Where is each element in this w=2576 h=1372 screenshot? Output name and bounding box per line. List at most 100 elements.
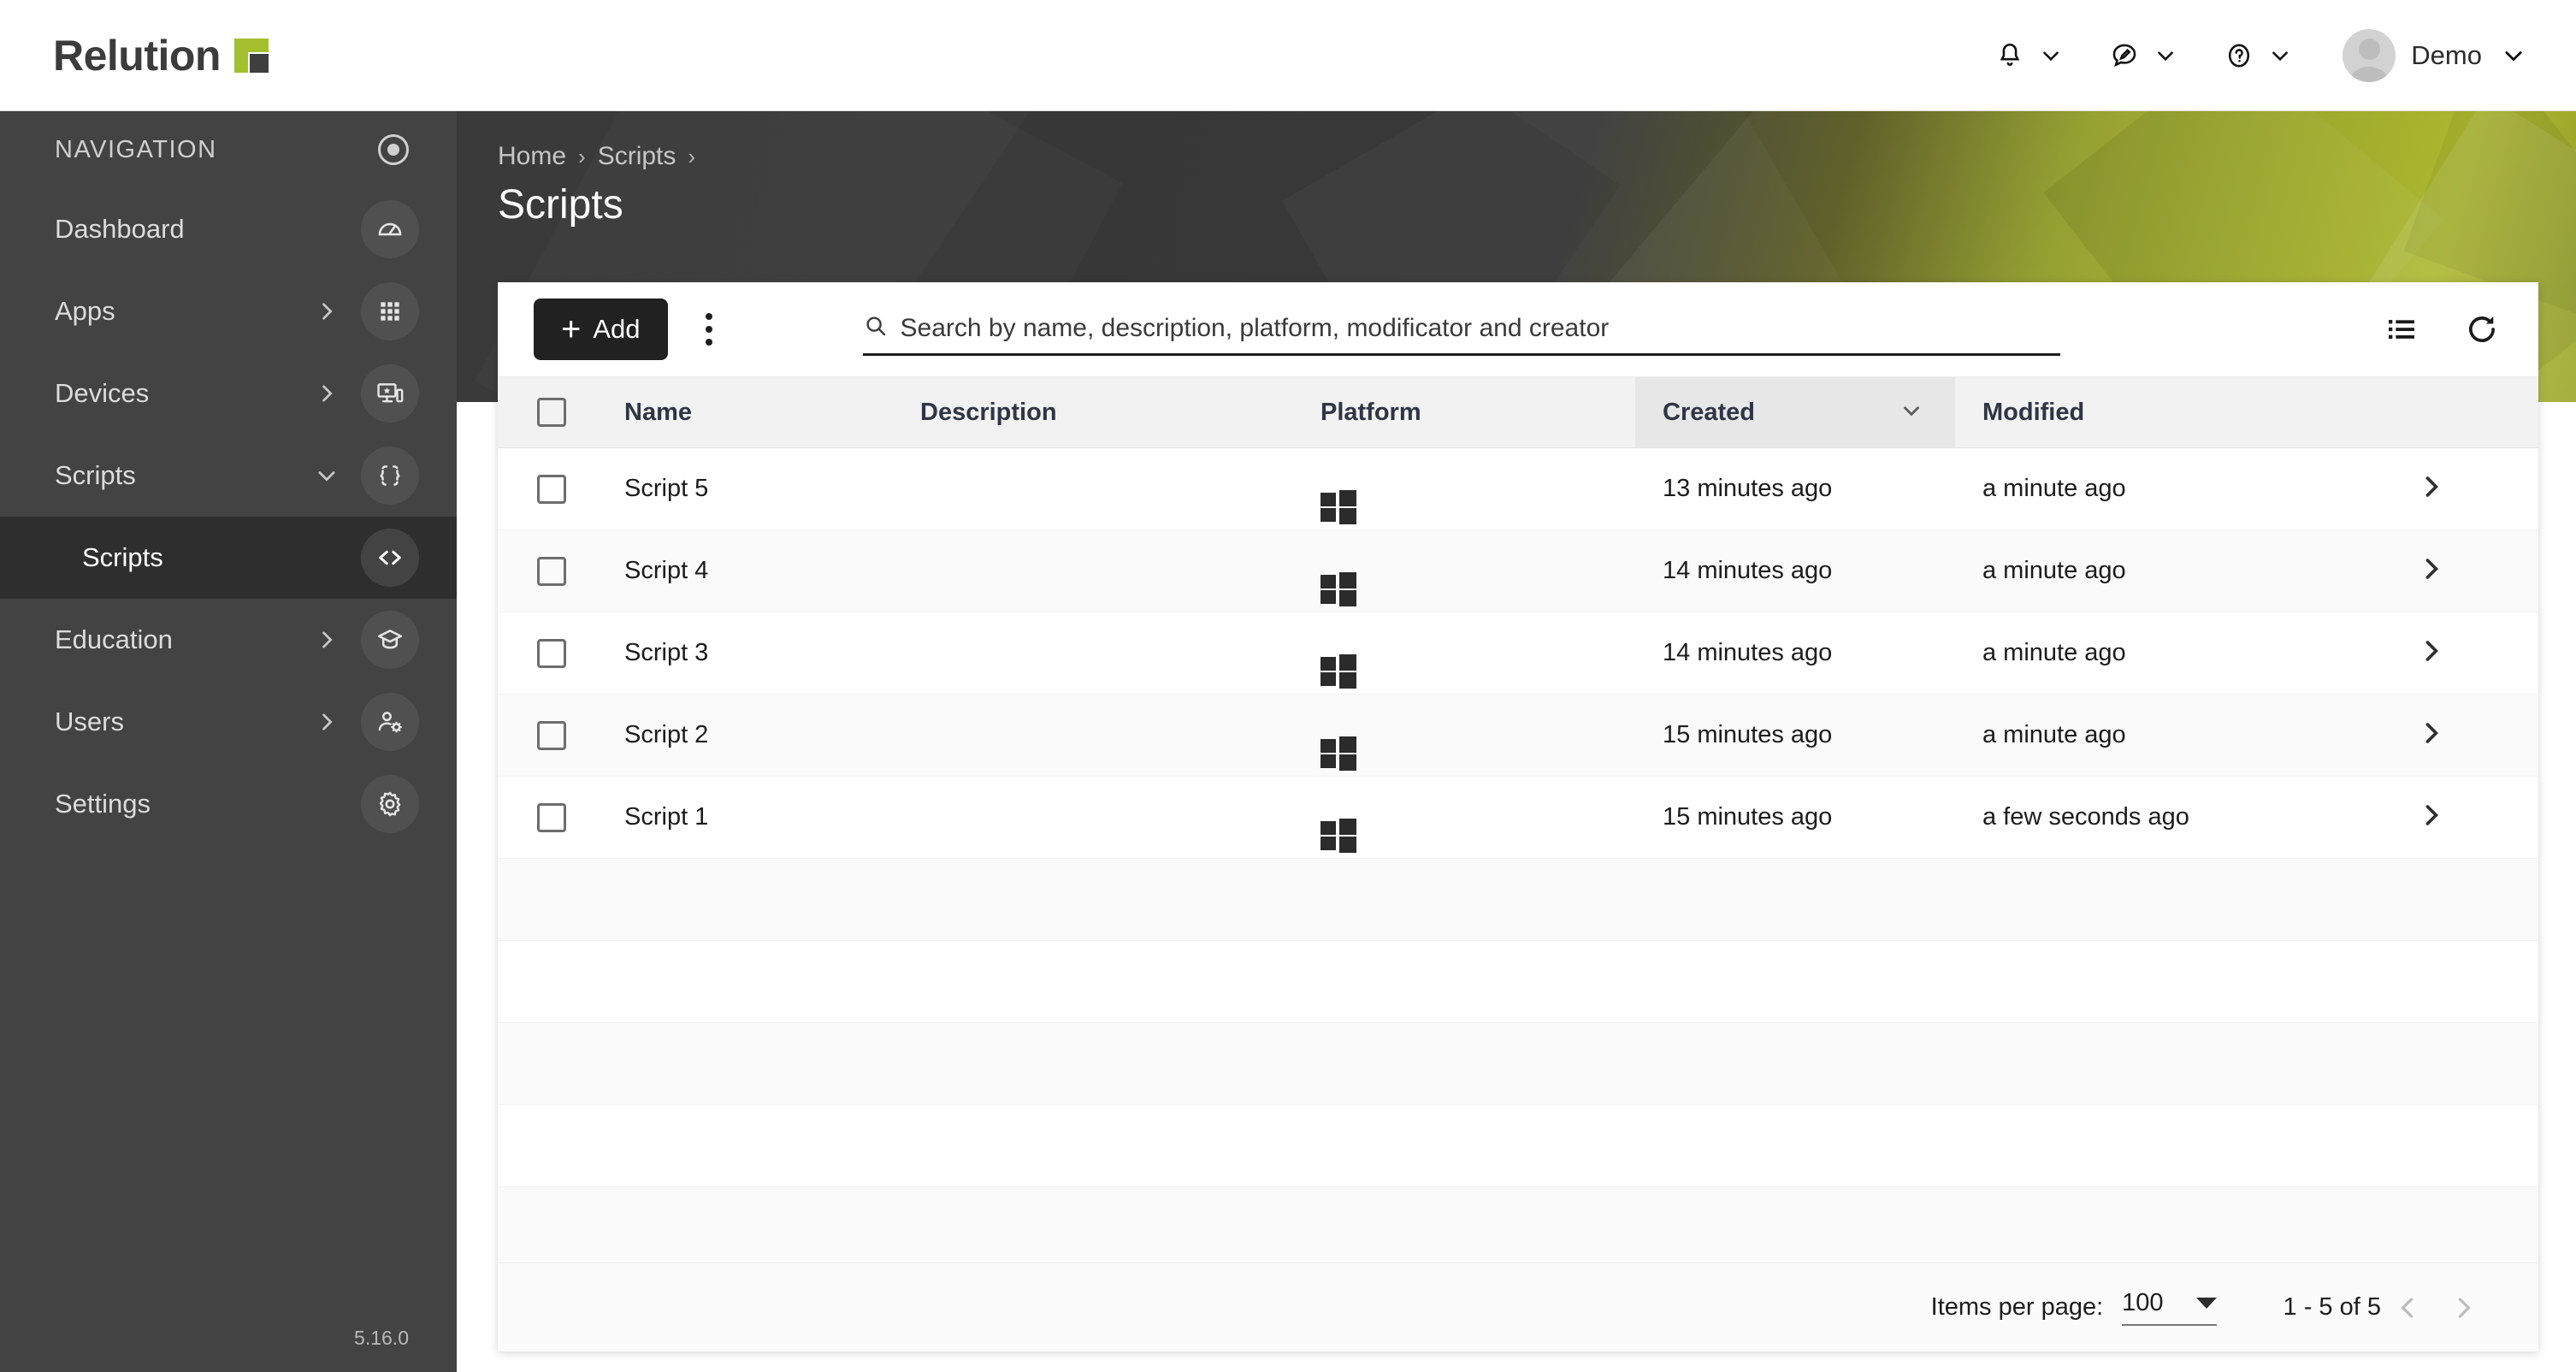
sidebar-item-education[interactable]: Education [0, 599, 457, 681]
column-header-platform[interactable]: Platform [1320, 399, 1635, 427]
row-checkbox[interactable] [537, 474, 566, 504]
notifications-menu[interactable] [1973, 17, 2088, 94]
table-row[interactable]: Script 5 13 minutes ago a minute ago [498, 448, 2538, 530]
select-all-cell [498, 398, 606, 427]
chevron-down-icon [2497, 39, 2530, 72]
refresh-icon[interactable] [2461, 309, 2502, 350]
previous-page-button[interactable] [2381, 1280, 2436, 1335]
chevron-right-icon[interactable] [2416, 801, 2445, 834]
cell-name: Script 1 [624, 803, 709, 831]
chevron-right-icon[interactable] [2416, 472, 2445, 506]
add-button[interactable]: + Add [534, 299, 668, 360]
items-per-page-value: 100 [2122, 1289, 2164, 1316]
row-open-cell [2323, 554, 2538, 588]
cell-name: Script 3 [624, 639, 709, 666]
target-icon[interactable] [378, 134, 409, 165]
table-body: Script 5 13 minutes ago a minute ago Scr… [498, 448, 2538, 1263]
table-row-empty [498, 1105, 2538, 1187]
breadcrumb-item-home[interactable]: Home [498, 142, 566, 171]
chevron-right-icon[interactable] [2416, 636, 2445, 670]
row-checkbox[interactable] [537, 556, 566, 586]
top-bar-actions: Demo [1973, 17, 2576, 94]
relution-logo-icon [233, 38, 269, 73]
braces-icon [361, 446, 419, 505]
grid-icon [361, 282, 419, 340]
breadcrumb-item-scripts[interactable]: Scripts [598, 142, 676, 171]
user-menu[interactable]: Demo [2317, 28, 2530, 82]
table-row[interactable]: Script 4 14 minutes ago a minute ago [498, 530, 2538, 612]
cell-created: 15 minutes ago [1663, 803, 1833, 831]
row-checkbox[interactable] [537, 638, 566, 668]
row-select-cell [498, 638, 606, 668]
row-checkbox[interactable] [537, 802, 566, 832]
cell-modified: a minute ago [1982, 721, 2126, 748]
column-header-description[interactable]: Description [920, 399, 1320, 427]
graduation-cap-icon [361, 611, 419, 669]
items-per-page-select[interactable]: 100 [2122, 1289, 2217, 1326]
chevron-down-icon [2264, 39, 2296, 72]
help-menu[interactable] [2202, 17, 2317, 94]
table-row-empty [498, 859, 2538, 941]
sidebar-item-scripts[interactable]: Scripts [0, 435, 457, 517]
app-logo[interactable]: Relution [53, 31, 269, 80]
cell-modified: a minute ago [1982, 557, 2126, 584]
chevron-right-icon [315, 628, 339, 652]
row-select-cell [498, 720, 606, 750]
table-row[interactable]: Script 2 15 minutes ago a minute ago [498, 695, 2538, 777]
feedback-menu[interactable] [2088, 17, 2202, 94]
add-button-label: Add [593, 314, 641, 344]
row-select-cell [498, 556, 606, 586]
chevron-right-icon[interactable] [2416, 719, 2445, 752]
gear-icon [361, 775, 419, 833]
chevron-down-icon [2035, 39, 2067, 72]
toolbar-actions [2338, 309, 2502, 350]
cell-created: 14 minutes ago [1663, 557, 1833, 584]
row-checkbox[interactable] [537, 720, 566, 750]
sidebar-heading-row: NAVIGATION [0, 111, 457, 188]
column-header-created[interactable]: Created [1635, 377, 1955, 447]
chevron-right-icon[interactable] [2416, 554, 2445, 588]
column-header-modified[interactable]: Modified [1955, 399, 2323, 427]
sidebar-item-dashboard[interactable]: Dashboard [0, 188, 457, 270]
feedback-icon [2108, 39, 2141, 72]
table-header: Name Description Platform Created Modifi… [498, 376, 2538, 448]
table-row-empty [498, 941, 2538, 1023]
list-view-icon[interactable] [2381, 309, 2422, 350]
chevron-right-icon [315, 381, 339, 405]
sidebar-heading: NAVIGATION [55, 135, 217, 163]
sidebar-item-settings[interactable]: Settings [0, 763, 457, 845]
cell-name: Script 2 [624, 721, 709, 748]
cell-name: Script 5 [624, 475, 709, 502]
chevron-right-icon [315, 299, 339, 323]
sidebar-item-scripts-sub[interactable]: Scripts [0, 517, 457, 599]
sidebar-item-apps[interactable]: Apps [0, 270, 457, 352]
cell-modified: a minute ago [1982, 475, 2126, 502]
sidebar-item-devices[interactable]: Devices [0, 352, 457, 435]
breadcrumb-separator-icon: › [578, 143, 586, 169]
scripts-card: + Add Search by name, description, platf… [498, 282, 2538, 1351]
speedometer-icon [361, 200, 419, 258]
sidebar-item-label: Devices [55, 378, 150, 408]
sidebar-item-label: Settings [55, 789, 151, 819]
items-per-page-label: Items per page: [1930, 1293, 2104, 1321]
sidebar-item-label: Users [55, 707, 124, 736]
cell-created: 14 minutes ago [1663, 639, 1833, 666]
hero-text: Home › Scripts › Scripts [498, 142, 695, 228]
chevron-down-icon [315, 464, 339, 488]
cell-created: 15 minutes ago [1663, 721, 1833, 748]
table-row[interactable]: Script 3 14 minutes ago a minute ago [498, 612, 2538, 695]
card-toolbar: + Add Search by name, description, platf… [498, 282, 2538, 376]
sidebar-item-users[interactable]: Users [0, 681, 457, 763]
row-select-cell [498, 802, 606, 832]
devices-icon [361, 364, 419, 423]
table-row-empty [498, 1187, 2538, 1263]
column-header-name[interactable]: Name [606, 399, 920, 427]
kebab-menu-icon[interactable] [690, 299, 728, 360]
search-input[interactable]: Search by name, description, platform, m… [862, 303, 2060, 356]
select-all-checkbox[interactable] [537, 398, 566, 427]
table-row[interactable]: Script 1 15 minutes ago a few seconds ag… [498, 777, 2538, 859]
chevron-down-icon [2149, 39, 2182, 72]
next-page-button[interactable] [2436, 1280, 2490, 1335]
cell-modified: a few seconds ago [1982, 803, 2189, 831]
cell-modified: a minute ago [1982, 639, 2126, 666]
